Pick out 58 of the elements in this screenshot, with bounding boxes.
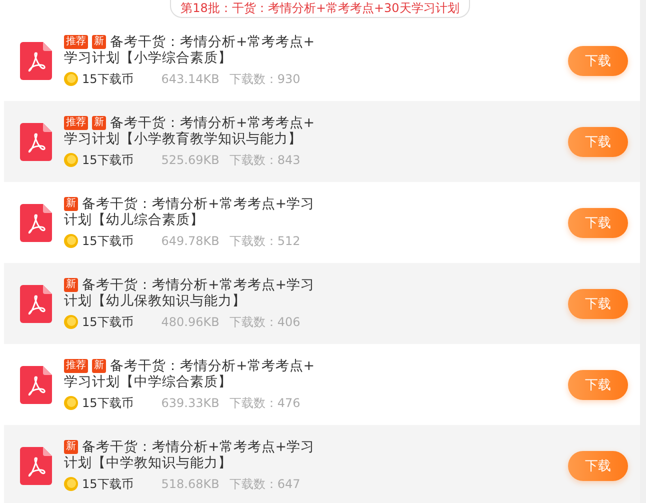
resource-title: 备考干货：考情分析+常考考点+ — [110, 114, 315, 130]
download-button[interactable]: 下载 — [568, 46, 628, 76]
recommended-badge: 推荐 — [64, 34, 88, 48]
pdf-file-icon — [20, 204, 52, 242]
download-count: 下载数：843 — [229, 152, 300, 168]
new-badge: 新 — [64, 278, 78, 292]
resource-title: 计划【幼儿综合素质】 — [64, 212, 204, 228]
pdf-file-icon — [20, 122, 52, 160]
download-count: 下载数：512 — [229, 232, 300, 250]
coin-icon — [64, 477, 78, 491]
coin-price: 15下载币 — [82, 394, 134, 412]
new-badge: 新 — [92, 34, 106, 48]
download-button[interactable]: 下载 — [568, 370, 628, 400]
pdf-file-icon — [20, 284, 52, 322]
download-count: 下载数：406 — [229, 314, 300, 330]
file-size: 649.78KB — [161, 234, 220, 248]
resource-title: 学习计划【中学综合素质】 — [64, 374, 232, 390]
resource-title: 备考干货：考情分析+常考考点+ — [110, 34, 315, 50]
new-badge: 新 — [64, 196, 78, 210]
pdf-file-icon — [20, 446, 52, 484]
resource-title: 备考干货：考情分析+常考考点+学习 — [82, 438, 315, 454]
new-badge: 新 — [92, 116, 106, 130]
file-size: 518.68KB — [161, 477, 220, 491]
resource-title: 计划【中学教知识与能力】 — [64, 454, 232, 470]
recommended-badge: 推荐 — [64, 116, 88, 130]
coin-icon — [64, 72, 78, 86]
coin-price: 15下载币 — [82, 70, 134, 88]
coin-price: 15下载币 — [82, 314, 134, 330]
coin-price: 15下载币 — [82, 476, 134, 492]
file-size: 639.33KB — [161, 396, 220, 410]
file-size: 643.14KB — [161, 72, 220, 86]
resource-title: 备考干货：考情分析+常考考点+学习 — [82, 276, 315, 292]
coin-icon — [64, 315, 78, 329]
download-button[interactable]: 下载 — [568, 126, 628, 156]
download-button[interactable]: 下载 — [568, 450, 628, 480]
coin-icon — [64, 396, 78, 410]
coin-price: 15下载币 — [82, 232, 134, 250]
download-count: 下载数：476 — [229, 394, 300, 412]
resource-title: 备考干货：考情分析+常考考点+ — [110, 358, 315, 374]
file-size: 480.96KB — [161, 315, 220, 329]
resource-title: 计划【幼儿保教知识与能力】 — [64, 292, 246, 308]
download-button[interactable]: 下载 — [568, 288, 628, 318]
batch-banner: 第18批：干货：考情分析+常考考点+30天学习计划 — [170, 0, 470, 18]
resource-title: 学习计划【小学教育教学知识与能力】 — [64, 130, 302, 146]
file-size: 525.69KB — [161, 153, 220, 167]
download-count: 下载数：930 — [229, 70, 300, 88]
pdf-file-icon — [20, 366, 52, 404]
new-badge: 新 — [64, 440, 78, 454]
coin-icon — [64, 234, 78, 248]
coin-icon — [64, 153, 78, 167]
pdf-file-icon — [20, 42, 52, 80]
resource-title: 备考干货：考情分析+常考考点+学习 — [82, 196, 315, 212]
coin-price: 15下载币 — [82, 152, 134, 168]
resource-title: 学习计划【小学综合素质】 — [64, 50, 232, 66]
download-count: 下载数：647 — [229, 476, 300, 492]
download-button[interactable]: 下载 — [568, 208, 628, 238]
recommended-badge: 推荐 — [64, 358, 88, 372]
new-badge: 新 — [92, 358, 106, 372]
